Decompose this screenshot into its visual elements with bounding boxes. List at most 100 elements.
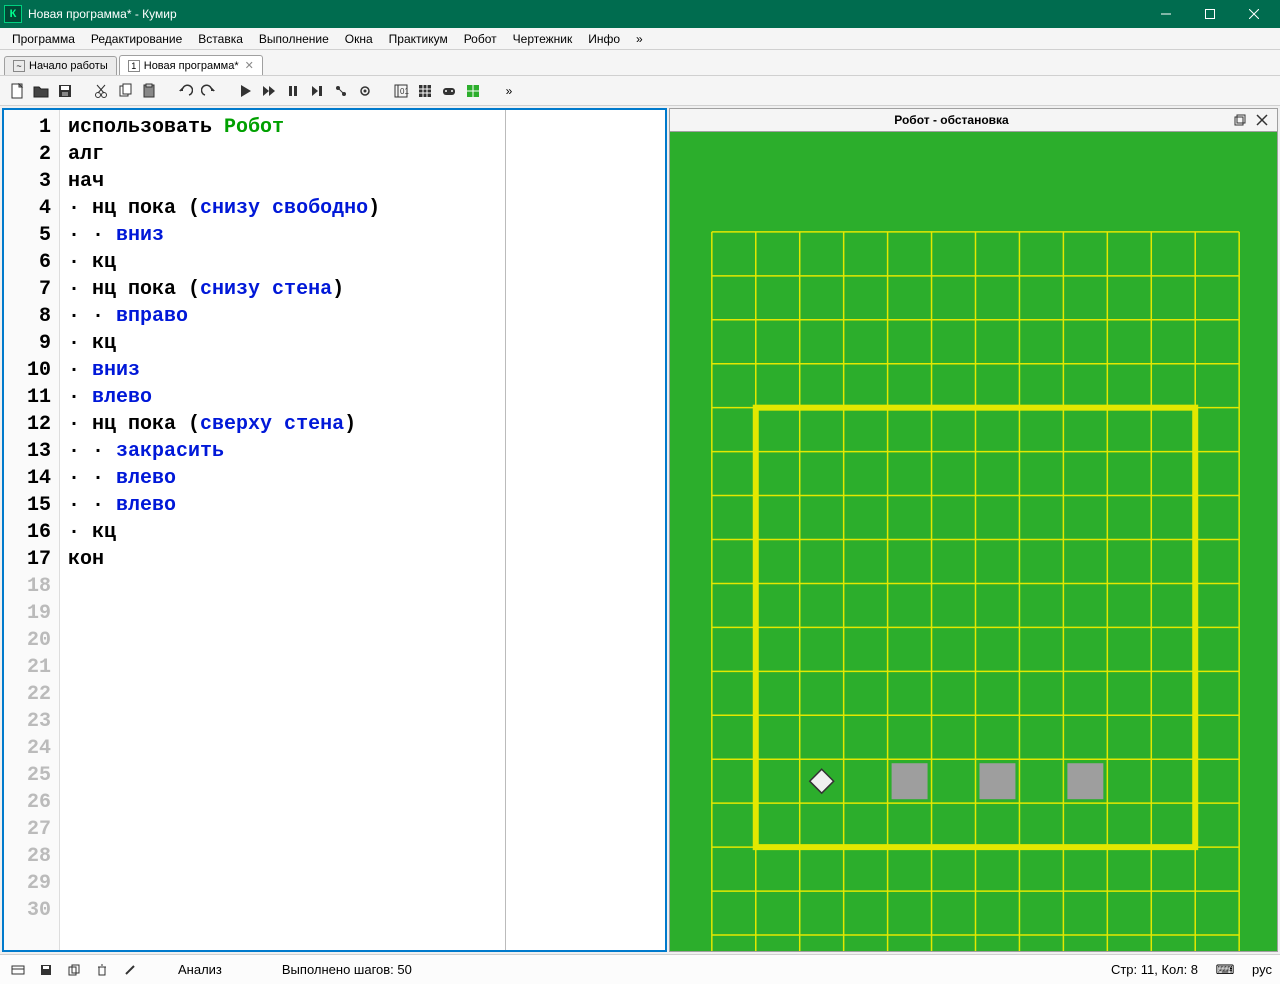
code-line: · · влево bbox=[68, 465, 497, 492]
app-icon: К bbox=[4, 5, 22, 23]
menu-bar: ПрограммаРедактированиеВставкаВыполнение… bbox=[0, 28, 1280, 50]
line-number: 27 bbox=[8, 816, 51, 843]
line-number: 20 bbox=[8, 627, 51, 654]
status-bar: Анализ Выполнено шагов: 50 Стр: 11, Кол:… bbox=[0, 954, 1280, 984]
status-save-icon[interactable] bbox=[36, 960, 56, 980]
line-number: 23 bbox=[8, 708, 51, 735]
code-editor[interactable]: 1234567891011121314151617181920212223242… bbox=[2, 108, 667, 952]
step-into-button[interactable] bbox=[330, 80, 352, 102]
menu-робот[interactable]: Робот bbox=[456, 30, 505, 48]
minimize-button[interactable] bbox=[1144, 0, 1188, 28]
line-number: 6 bbox=[8, 249, 51, 276]
toolbar-overflow-button[interactable]: » bbox=[498, 80, 520, 102]
overflow-label: » bbox=[506, 84, 513, 98]
line-gutter: 1234567891011121314151617181920212223242… bbox=[4, 110, 60, 950]
code-line: кон bbox=[68, 546, 497, 573]
step-button[interactable] bbox=[354, 80, 376, 102]
tab-label: Начало работы bbox=[29, 60, 108, 72]
tab-icon: 1 bbox=[128, 60, 140, 72]
document-tabs: ~ Начало работы 1 Новая программа* ✕ bbox=[0, 50, 1280, 76]
line-number: 10 bbox=[8, 357, 51, 384]
tab-label: Новая программа* bbox=[144, 60, 239, 72]
svg-text:01: 01 bbox=[400, 87, 409, 96]
code-line: · вниз bbox=[68, 357, 497, 384]
menu-чертежник[interactable]: Чертежник bbox=[505, 30, 581, 48]
main-toolbar: 01 » bbox=[0, 76, 1280, 106]
run-button[interactable] bbox=[234, 80, 256, 102]
window-title: Новая программа* - Кумир bbox=[28, 7, 1144, 21]
close-button[interactable] bbox=[1232, 0, 1276, 28]
menu-инфо[interactable]: Инфо bbox=[580, 30, 628, 48]
run-fast-button[interactable] bbox=[258, 80, 280, 102]
line-number: 15 bbox=[8, 492, 51, 519]
menu-программа[interactable]: Программа bbox=[4, 30, 83, 48]
line-number: 19 bbox=[8, 600, 51, 627]
toggle-gamepad-button[interactable] bbox=[438, 80, 460, 102]
code-line: · кц bbox=[68, 519, 497, 546]
line-number: 5 bbox=[8, 222, 51, 249]
menu-вставка[interactable]: Вставка bbox=[190, 30, 251, 48]
tab-close-icon[interactable]: ✕ bbox=[245, 59, 254, 72]
line-number: 16 bbox=[8, 519, 51, 546]
status-cursor: Стр: 11, Кол: 8 bbox=[1111, 962, 1198, 977]
status-console-icon[interactable] bbox=[8, 960, 28, 980]
step-over-button[interactable] bbox=[306, 80, 328, 102]
code-line: · влево bbox=[68, 384, 497, 411]
menu-выполнение[interactable]: Выполнение bbox=[251, 30, 337, 48]
code-line: · кц bbox=[68, 330, 497, 357]
open-file-button[interactable] bbox=[30, 80, 52, 102]
line-number: 8 bbox=[8, 303, 51, 330]
line-number: 25 bbox=[8, 762, 51, 789]
new-file-button[interactable] bbox=[6, 80, 28, 102]
robot-restore-button[interactable] bbox=[1231, 111, 1249, 129]
tab-1[interactable]: 1 Новая программа* ✕ bbox=[119, 55, 263, 75]
code-line: · нц пока (снизу стена) bbox=[68, 276, 497, 303]
line-number: 11 bbox=[8, 384, 51, 411]
line-number: 21 bbox=[8, 654, 51, 681]
undo-button[interactable] bbox=[174, 80, 196, 102]
status-analysis: Анализ bbox=[178, 962, 222, 977]
line-number: 24 bbox=[8, 735, 51, 762]
toggle-robot-field-button[interactable] bbox=[462, 80, 484, 102]
menu-практикум[interactable]: Практикум bbox=[381, 30, 456, 48]
line-number: 12 bbox=[8, 411, 51, 438]
code-line: нач bbox=[68, 168, 497, 195]
toggle-vars-button[interactable]: 01 bbox=[390, 80, 412, 102]
status-edit-icon[interactable] bbox=[120, 960, 140, 980]
stop-button[interactable] bbox=[282, 80, 304, 102]
robot-field[interactable] bbox=[669, 132, 1278, 952]
save-file-button[interactable] bbox=[54, 80, 76, 102]
line-number: 4 bbox=[8, 195, 51, 222]
robot-panel: Робот - обстановка bbox=[669, 108, 1278, 952]
copy-button[interactable] bbox=[114, 80, 136, 102]
line-number: 22 bbox=[8, 681, 51, 708]
status-copy-icon[interactable] bbox=[64, 960, 84, 980]
line-number: 14 bbox=[8, 465, 51, 492]
line-number: 7 bbox=[8, 276, 51, 303]
status-trash-icon[interactable] bbox=[92, 960, 112, 980]
line-number: 17 bbox=[8, 546, 51, 573]
line-number: 2 bbox=[8, 141, 51, 168]
menu-редактирование[interactable]: Редактирование bbox=[83, 30, 190, 48]
toggle-grid-button[interactable] bbox=[414, 80, 436, 102]
maximize-button[interactable] bbox=[1188, 0, 1232, 28]
cut-button[interactable] bbox=[90, 80, 112, 102]
code-line: · нц пока (снизу свободно) bbox=[68, 195, 497, 222]
menu-»[interactable]: » bbox=[628, 30, 651, 48]
line-number: 30 bbox=[8, 897, 51, 924]
tab-0[interactable]: ~ Начало работы bbox=[4, 56, 117, 75]
code-area[interactable]: использовать Роботалгнач· нц пока (снизу… bbox=[60, 110, 505, 950]
line-number: 9 bbox=[8, 330, 51, 357]
line-number: 3 bbox=[8, 168, 51, 195]
redo-button[interactable] bbox=[198, 80, 220, 102]
line-number: 13 bbox=[8, 438, 51, 465]
tab-icon: ~ bbox=[13, 60, 25, 72]
code-line: · · влево bbox=[68, 492, 497, 519]
code-line: · · вправо bbox=[68, 303, 497, 330]
robot-close-button[interactable] bbox=[1253, 111, 1271, 129]
robot-panel-titlebar: Робот - обстановка bbox=[669, 108, 1278, 132]
menu-окна[interactable]: Окна bbox=[337, 30, 381, 48]
paste-button[interactable] bbox=[138, 80, 160, 102]
code-line: · · закрасить bbox=[68, 438, 497, 465]
line-number: 18 bbox=[8, 573, 51, 600]
